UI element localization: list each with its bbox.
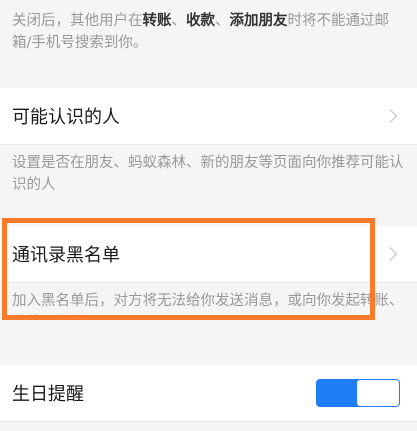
notice-highlight-transfer: 转账 — [142, 13, 172, 29]
search-visibility-notice: 关闭后，其他用户在转账、收款、添加朋友时将不能通过邮箱/手机号搜索到你。 — [0, 10, 417, 54]
known-people-description: 设置是否在朋友、蚂蚁森林、新的朋友等页面向你推荐可能认识的人 — [12, 155, 404, 193]
row-divider — [0, 144, 417, 145]
notice-highlight-add-friend: 添加朋友 — [229, 13, 288, 29]
contacts-blacklist-label: 通讯录黑名单 — [12, 245, 120, 266]
notice-text-prefix: 关闭后，其他用户在 — [12, 13, 143, 29]
birthday-reminder-row: 生日提醒 — [0, 365, 417, 421]
notice-highlight-receive: 收款 — [186, 13, 215, 29]
birthday-reminder-label: 生日提醒 — [12, 384, 84, 405]
toggle-knob — [357, 380, 399, 406]
row-divider — [0, 421, 417, 422]
privacy-settings-page: 关闭后，其他用户在转账、收款、添加朋友时将不能通过邮箱/手机号搜索到你。 可能认… — [0, 0, 417, 431]
chevron-right-icon — [382, 246, 398, 262]
chevron-right-icon — [382, 108, 398, 124]
contacts-blacklist-description: 加入黑名单后，对方将无法给你发送消息，或向你发起转账、收款、代付 — [12, 293, 404, 318]
known-people-row[interactable]: 可能认识的人 — [0, 88, 417, 144]
row-divider — [0, 282, 417, 283]
notice-separator: 、 — [215, 13, 230, 29]
notice-separator: 、 — [171, 13, 187, 29]
birthday-reminder-toggle[interactable] — [316, 379, 400, 407]
contacts-blacklist-row[interactable]: 通讯录黑名单 — [0, 226, 417, 282]
known-people-label: 可能认识的人 — [12, 107, 120, 128]
